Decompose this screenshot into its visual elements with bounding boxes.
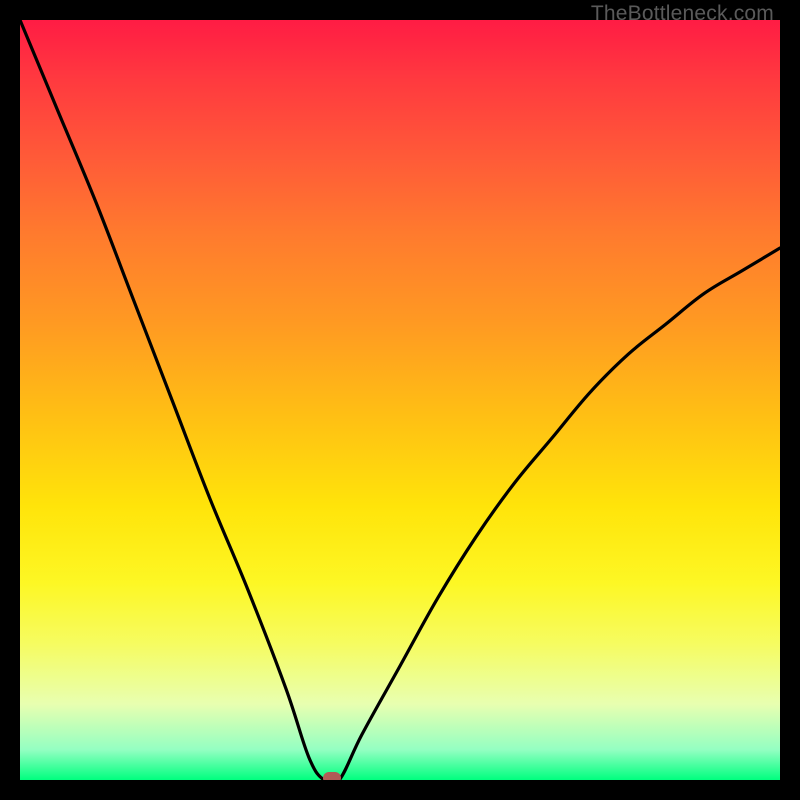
bottleneck-curve — [20, 20, 780, 780]
plot-area — [20, 20, 780, 780]
watermark-text: TheBottleneck.com — [591, 2, 774, 26]
optimal-point-marker — [323, 772, 341, 780]
